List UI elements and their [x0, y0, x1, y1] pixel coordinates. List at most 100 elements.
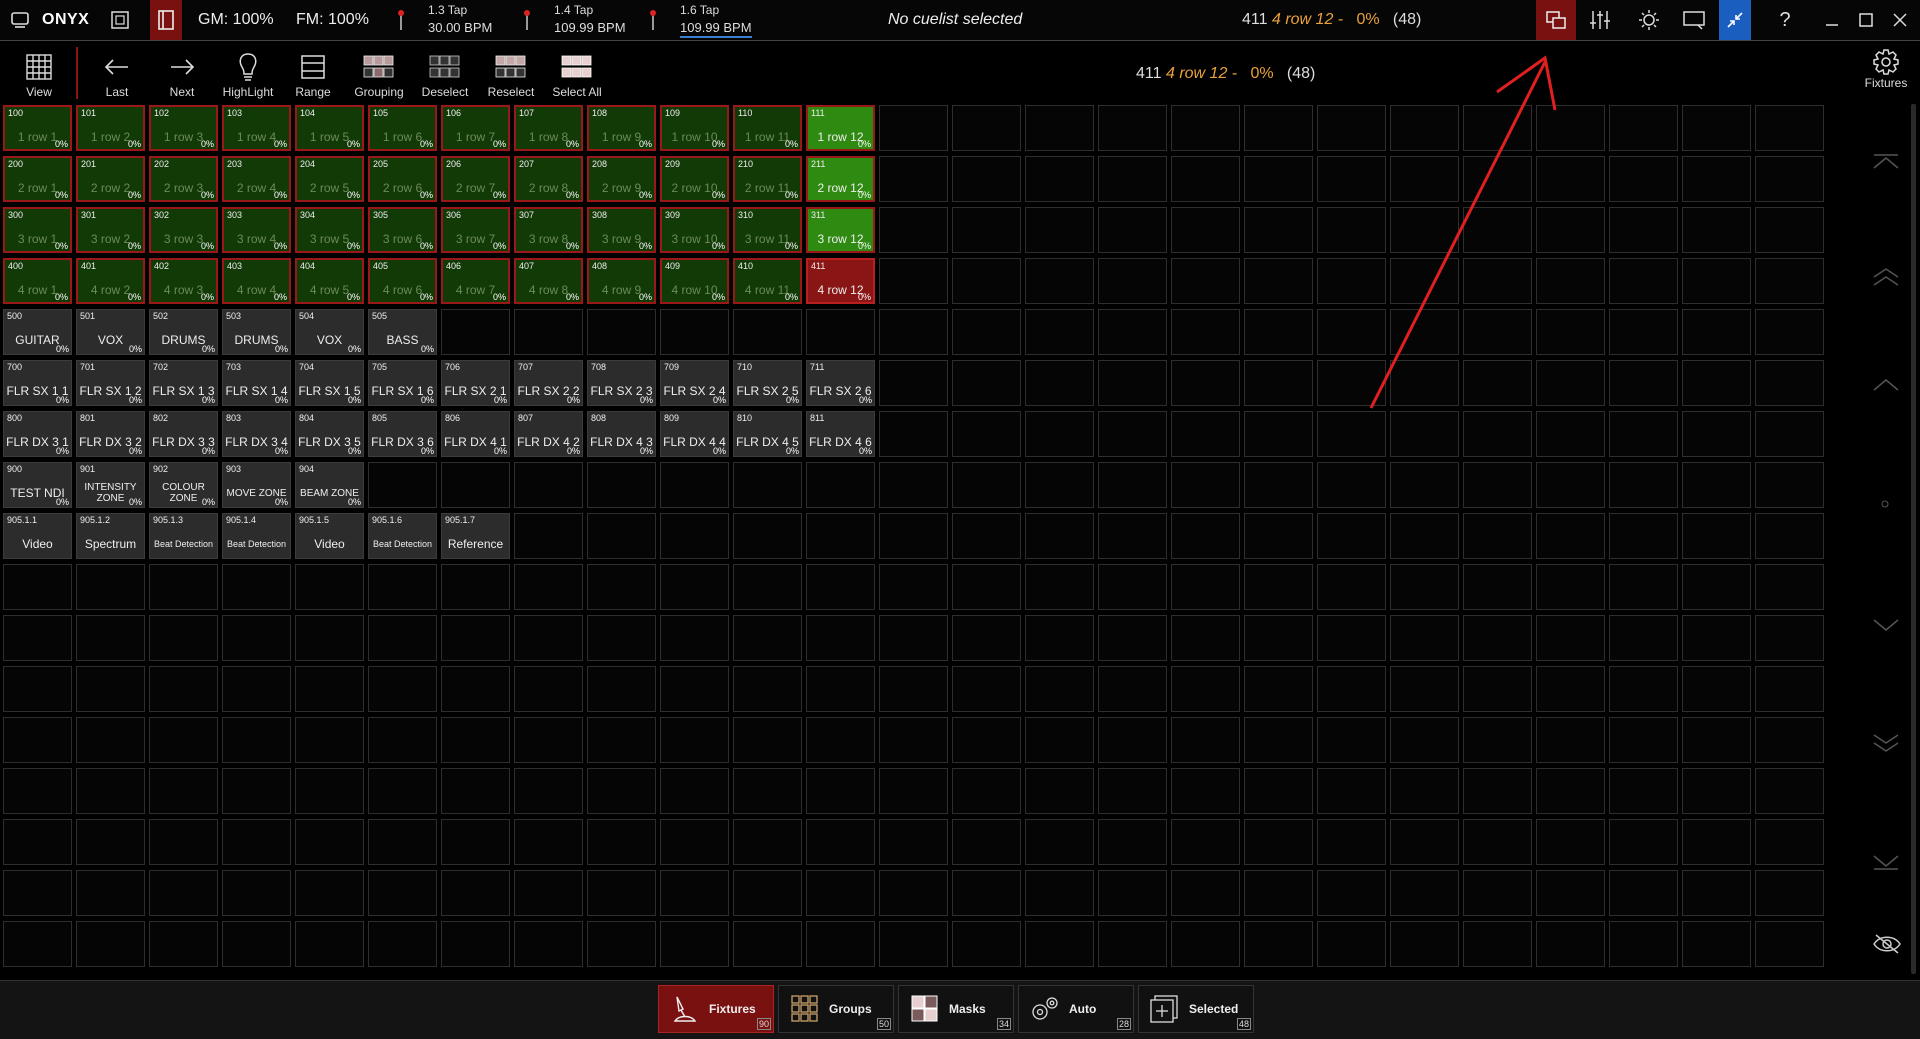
- empty-cell[interactable]: [514, 921, 583, 967]
- empty-cell[interactable]: [1390, 564, 1459, 610]
- empty-cell[interactable]: [1171, 768, 1240, 814]
- empty-cell[interactable]: [1536, 615, 1605, 661]
- empty-cell[interactable]: [1244, 666, 1313, 712]
- empty-cell[interactable]: [1025, 564, 1094, 610]
- empty-cell[interactable]: [368, 768, 437, 814]
- empty-cell[interactable]: [1244, 513, 1313, 559]
- empty-cell[interactable]: [1536, 207, 1605, 253]
- empty-cell[interactable]: [952, 462, 1021, 508]
- empty-cell[interactable]: [441, 615, 510, 661]
- empty-cell[interactable]: [1390, 309, 1459, 355]
- fixture-cell[interactable]: 802 FLR DX 3 3 0%: [149, 411, 218, 457]
- empty-cell[interactable]: [1755, 717, 1824, 763]
- empty-cell[interactable]: [806, 921, 875, 967]
- empty-cell[interactable]: [1098, 105, 1167, 151]
- empty-cell[interactable]: [295, 615, 364, 661]
- empty-cell[interactable]: [1025, 105, 1094, 151]
- fixture-cell[interactable]: 505 BASS 0%: [368, 309, 437, 355]
- empty-cell[interactable]: [1098, 717, 1167, 763]
- deselect-button[interactable]: Deselect: [415, 49, 475, 99]
- fixture-cell[interactable]: 711 FLR SX 2 6 0%: [806, 360, 875, 406]
- empty-cell[interactable]: [76, 768, 145, 814]
- empty-cell[interactable]: [952, 105, 1021, 151]
- empty-cell[interactable]: [879, 717, 948, 763]
- tab-auto[interactable]: Auto 28: [1018, 985, 1134, 1033]
- empty-cell[interactable]: [1317, 513, 1386, 559]
- empty-cell[interactable]: [806, 819, 875, 865]
- fixture-cell[interactable]: 408 4 row 9 0%: [587, 258, 656, 304]
- empty-cell[interactable]: [222, 870, 291, 916]
- empty-cell[interactable]: [1171, 360, 1240, 406]
- empty-cell[interactable]: [1317, 870, 1386, 916]
- empty-cell[interactable]: [1609, 258, 1678, 304]
- empty-cell[interactable]: [587, 921, 656, 967]
- empty-cell[interactable]: [1317, 666, 1386, 712]
- empty-cell[interactable]: [1025, 819, 1094, 865]
- empty-cell[interactable]: [1463, 462, 1532, 508]
- empty-cell[interactable]: [952, 513, 1021, 559]
- empty-cell[interactable]: [1463, 411, 1532, 457]
- page-down-icon[interactable]: [1872, 733, 1900, 759]
- empty-cell[interactable]: [1682, 207, 1751, 253]
- tab-masks[interactable]: Masks 34: [898, 985, 1014, 1033]
- empty-cell[interactable]: [295, 666, 364, 712]
- empty-cell[interactable]: [1755, 462, 1824, 508]
- fixture-cell[interactable]: 409 4 row 10 0%: [660, 258, 729, 304]
- empty-cell[interactable]: [222, 717, 291, 763]
- empty-cell[interactable]: [806, 870, 875, 916]
- fixture-cell[interactable]: 210 2 row 11 0%: [733, 156, 802, 202]
- select-all-button[interactable]: Select All: [547, 49, 607, 99]
- empty-cell[interactable]: [806, 309, 875, 355]
- fixture-cell[interactable]: 205 2 row 6 0%: [368, 156, 437, 202]
- empty-cell[interactable]: [295, 819, 364, 865]
- empty-cell[interactable]: [1390, 870, 1459, 916]
- empty-cell[interactable]: [3, 666, 72, 712]
- fixture-cell[interactable]: 704 FLR SX 1 5 0%: [295, 360, 364, 406]
- empty-cell[interactable]: [1025, 411, 1094, 457]
- empty-cell[interactable]: [368, 615, 437, 661]
- fixture-cell[interactable]: 208 2 row 9 0%: [587, 156, 656, 202]
- empty-cell[interactable]: [879, 411, 948, 457]
- empty-cell[interactable]: [514, 309, 583, 355]
- empty-cell[interactable]: [733, 870, 802, 916]
- empty-cell[interactable]: [733, 564, 802, 610]
- empty-cell[interactable]: [1682, 615, 1751, 661]
- fixture-cell[interactable]: 106 1 row 7 0%: [441, 105, 510, 151]
- fixture-cell[interactable]: 102 1 row 3 0%: [149, 105, 218, 151]
- empty-cell[interactable]: [1171, 462, 1240, 508]
- empty-cell[interactable]: [1025, 666, 1094, 712]
- empty-cell[interactable]: [1536, 717, 1605, 763]
- empty-cell[interactable]: [1244, 819, 1313, 865]
- empty-cell[interactable]: [1098, 309, 1167, 355]
- empty-cell[interactable]: [879, 564, 948, 610]
- fixture-cell[interactable]: 905.1.7 Reference: [441, 513, 510, 559]
- up-icon[interactable]: [1872, 375, 1900, 398]
- empty-cell[interactable]: [3, 717, 72, 763]
- fixture-cell[interactable]: 803 FLR DX 3 4 0%: [222, 411, 291, 457]
- empty-cell[interactable]: [1682, 462, 1751, 508]
- tap-1[interactable]: 1.3 Tap 30.00 BPM: [428, 2, 492, 36]
- empty-cell[interactable]: [660, 564, 729, 610]
- empty-cell[interactable]: [1025, 258, 1094, 304]
- empty-cell[interactable]: [1098, 513, 1167, 559]
- fixture-cell[interactable]: 404 4 row 5 0%: [295, 258, 364, 304]
- empty-cell[interactable]: [1536, 921, 1605, 967]
- empty-cell[interactable]: [1609, 819, 1678, 865]
- empty-cell[interactable]: [1609, 666, 1678, 712]
- empty-cell[interactable]: [806, 462, 875, 508]
- empty-cell[interactable]: [368, 870, 437, 916]
- empty-cell[interactable]: [1390, 666, 1459, 712]
- empty-cell[interactable]: [1171, 564, 1240, 610]
- empty-cell[interactable]: [1390, 717, 1459, 763]
- empty-cell[interactable]: [1390, 819, 1459, 865]
- empty-cell[interactable]: [1755, 564, 1824, 610]
- empty-cell[interactable]: [1682, 564, 1751, 610]
- empty-cell[interactable]: [1463, 105, 1532, 151]
- fixture-cell[interactable]: 811 FLR DX 4 6 0%: [806, 411, 875, 457]
- empty-cell[interactable]: [879, 105, 948, 151]
- fixture-cell[interactable]: 804 FLR DX 3 5 0%: [295, 411, 364, 457]
- grouping-button[interactable]: Grouping: [349, 49, 409, 99]
- empty-cell[interactable]: [1171, 513, 1240, 559]
- empty-cell[interactable]: [441, 666, 510, 712]
- empty-cell[interactable]: [222, 768, 291, 814]
